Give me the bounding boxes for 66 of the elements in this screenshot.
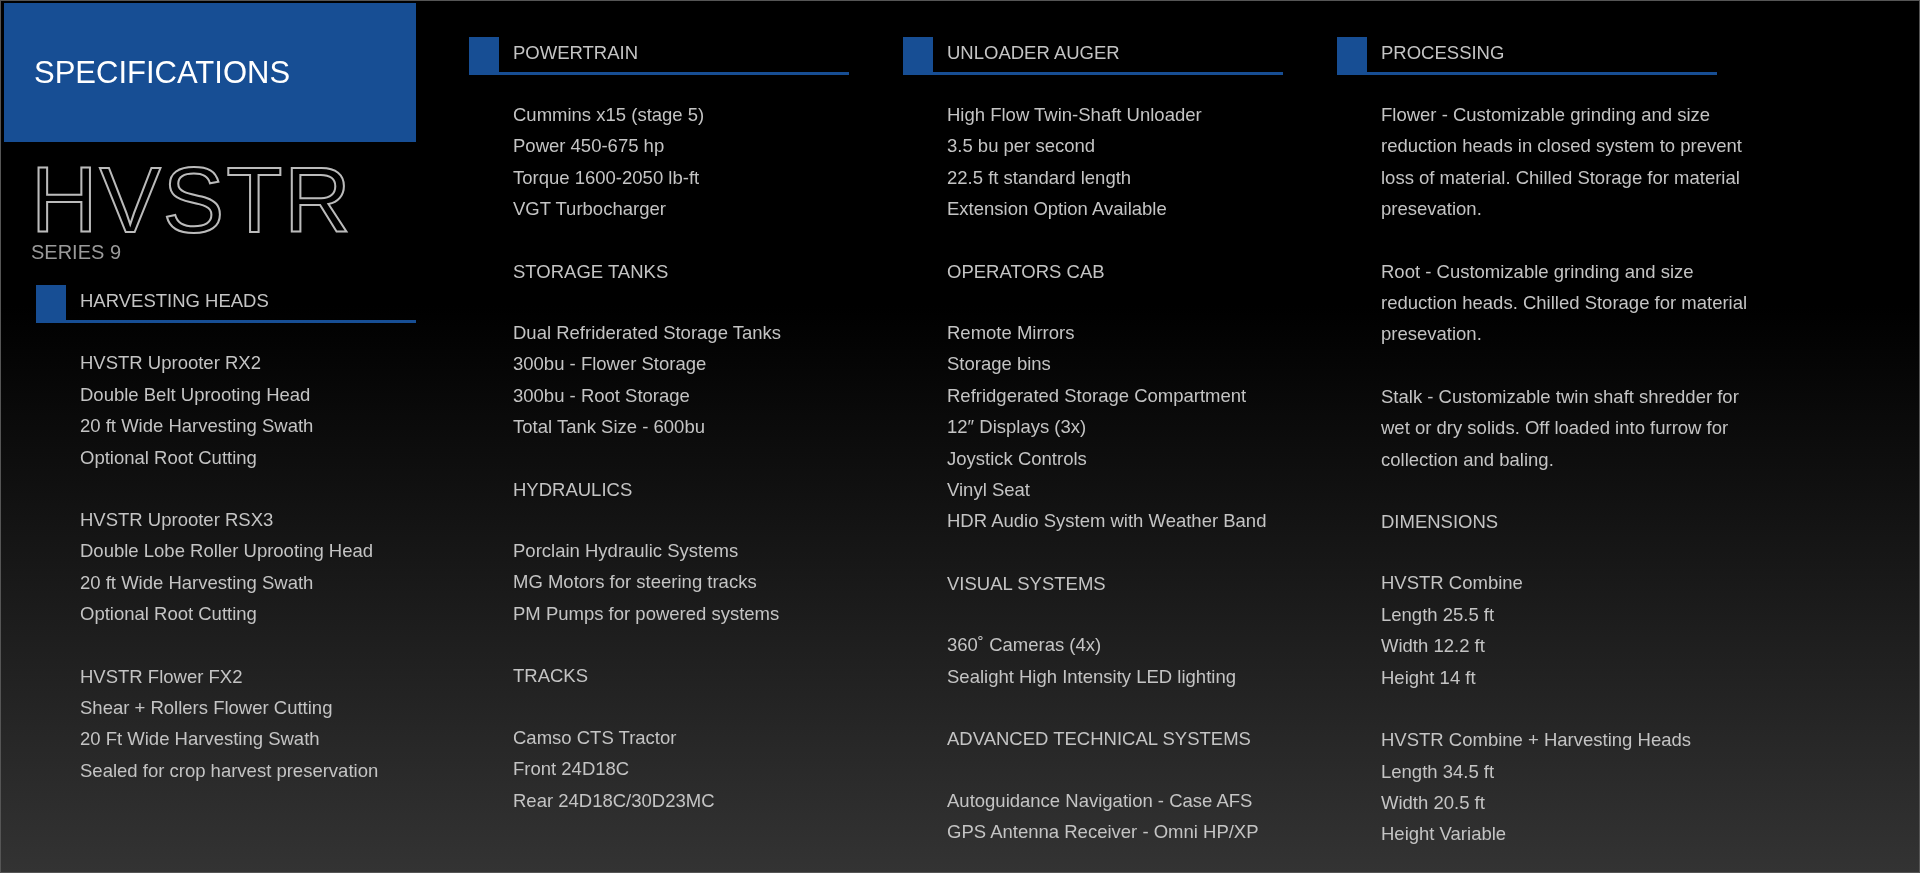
spec-line: VGT Turbocharger bbox=[513, 197, 666, 222]
spec-line: High Flow Twin-Shaft Unloader bbox=[947, 103, 1202, 127]
spec-paragraph: Flower - Customizable grinding and size reduction heads in closed system to prevent loss of material. Chilled Storage for material presevation. bbox=[1381, 103, 1743, 222]
spec-line: Storage bins bbox=[947, 352, 1051, 377]
spec-line: GPS Antenna Receiver - Omni HP/XP bbox=[947, 819, 1259, 844]
section-heading: TRACKS bbox=[513, 664, 590, 689]
spec-line: HVSTR Combine + Harvesting Heads bbox=[1381, 728, 1691, 753]
spec-line: HVSTR Uprooter RSX3 bbox=[80, 508, 274, 533]
spec-line: Extension Option Available bbox=[947, 197, 1167, 222]
spec-line: HVSTR Uprooter RX2 bbox=[80, 351, 261, 376]
spec-line: Autoguidance Navigation - Case AFS bbox=[947, 788, 1253, 813]
spec-line: Joystick Controls bbox=[947, 446, 1087, 471]
spec-line: Optional Root Cutting bbox=[80, 445, 257, 470]
spec-line: Shear + Rollers Flower Cutting bbox=[80, 696, 333, 721]
spec-line: 12″ Displays (3x) bbox=[947, 415, 1087, 440]
spec-line: Remote Mirrors bbox=[947, 321, 1075, 346]
spec-line: 20 ft Wide Harvesting Swath bbox=[80, 414, 314, 439]
spec-line: PM Pumps for powered systems bbox=[513, 601, 780, 626]
spec-line: Camso CTS Tractor bbox=[513, 725, 677, 750]
spec-line: Dual Refriderated Storage Tanks bbox=[513, 321, 782, 346]
section-heading: POWERTRAIN bbox=[512, 41, 639, 65]
spec-line: HDR Audio System with Weather Band bbox=[947, 509, 1267, 534]
spec-line: Height Variable bbox=[1381, 822, 1507, 847]
spec-line: Rear 24D18C/30D23MC bbox=[513, 788, 715, 813]
spec-line: Vinyl Seat bbox=[947, 478, 1030, 503]
spec-line: 360˚ Cameras (4x) bbox=[947, 633, 1102, 658]
series-label: SERIES 9 bbox=[31, 241, 123, 264]
spec-line: 20 ft Wide Harvesting Swath bbox=[80, 570, 314, 595]
section-heading: DIMENSIONS bbox=[1381, 510, 1500, 535]
spec-line: Width 12.2 ft bbox=[1381, 634, 1485, 659]
section-heading: UNLOADER AUGER bbox=[946, 41, 1120, 65]
spec-line: Sealight High Intensity LED lighting bbox=[947, 664, 1236, 689]
section-heading: PROCESSING bbox=[1380, 41, 1505, 65]
spec-line: HVSTR Combine bbox=[1381, 571, 1523, 596]
section-heading: VISUAL SYSTEMS bbox=[947, 571, 1107, 596]
section-heading: HARVESTING HEADS bbox=[79, 289, 269, 314]
spec-line: Width 20.5 ft bbox=[1381, 790, 1485, 815]
spec-line: Optional Root Cutting bbox=[80, 602, 257, 627]
spec-line: 300bu - Root Storage bbox=[513, 383, 690, 408]
spec-line: Total Tank Size - 600bu bbox=[513, 415, 705, 440]
spec-line: Length 25.5 ft bbox=[1381, 602, 1495, 627]
spec-line: MG Motors for steering tracks bbox=[513, 570, 757, 595]
spec-line: Length 34.5 ft bbox=[1381, 759, 1495, 784]
spec-line: 20 Ft Wide Harvesting Swath bbox=[80, 727, 320, 752]
spec-line: 3.5 bu per second bbox=[947, 134, 1096, 159]
spec-line: Double Lobe Roller Uprooting Head bbox=[80, 539, 374, 564]
section-heading: OPERATORS CAB bbox=[947, 259, 1106, 284]
spec-line: Front 24D18C bbox=[513, 757, 630, 782]
spec-line: 22.5 ft standard length bbox=[947, 165, 1132, 190]
spec-line: Refridgerated Storage Compartment bbox=[947, 383, 1247, 408]
logo-wordmark: HVSTR bbox=[31, 160, 353, 240]
spec-line: Porclain Hydraulic Systems bbox=[513, 539, 739, 564]
spec-line: HVSTR Flower FX2 bbox=[80, 664, 243, 689]
spec-line: Sealed for crop harvest preservation bbox=[80, 758, 379, 783]
spec-line: Torque 1600-2050 lb-ft bbox=[513, 165, 700, 190]
section-heading: HYDRAULICS bbox=[513, 477, 634, 502]
spec-line: Height 14 ft bbox=[1381, 665, 1476, 690]
spec-paragraph: Stalk - Customizable twin shaft shredder for wet or dry solids. Off loaded into furrow for collection and baling. bbox=[1381, 384, 1740, 472]
spec-line: 300bu - Flower Storage bbox=[513, 352, 707, 377]
spec-line: Double Belt Uprooting Head bbox=[80, 382, 311, 407]
spec-line: Power 450-675 hp bbox=[513, 134, 665, 159]
section-heading: ADVANCED TECHNICAL SYSTEMS bbox=[947, 727, 1252, 752]
section-heading: STORAGE TANKS bbox=[513, 259, 670, 284]
title-banner: SPECIFICATIONS bbox=[4, 3, 416, 142]
spec-line: Cummins x15 (stage 5) bbox=[513, 103, 705, 127]
spec-paragraph: Root - Customizable grinding and size reduction heads. Chilled Storage for material presevation. bbox=[1381, 259, 1749, 347]
